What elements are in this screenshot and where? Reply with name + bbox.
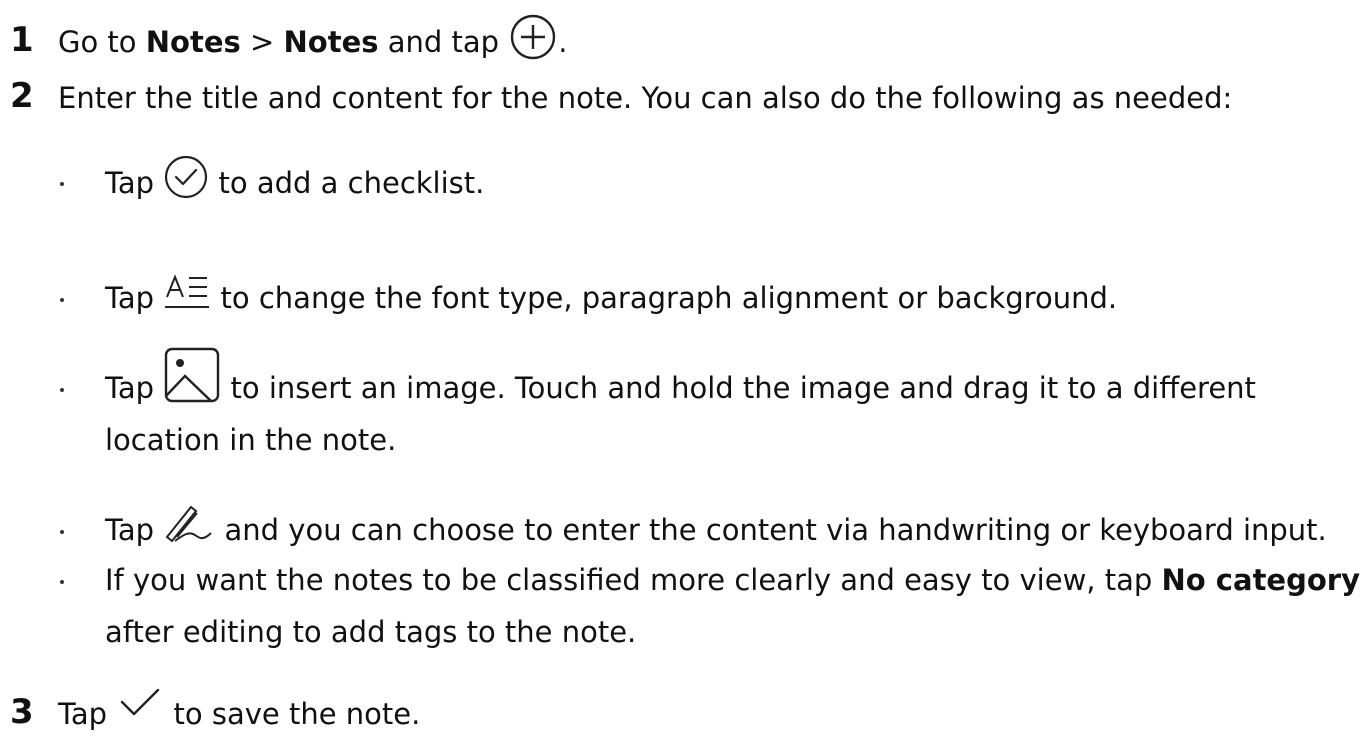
- bullet-dot: [60, 182, 64, 186]
- checklist-circle-icon: [163, 154, 209, 200]
- step-1-suffix: and tap: [378, 25, 509, 59]
- bullet-dot: [60, 298, 64, 302]
- bullet-format: Tap to change the font type, paragraph a…: [105, 274, 1118, 316]
- bullet-3-prefix: Tap: [105, 371, 164, 405]
- step-1-prefix: Go to: [58, 25, 146, 59]
- step-number-3: 3: [10, 692, 34, 732]
- step-1-text: Go to Notes > Notes and tap .: [58, 14, 568, 62]
- bullet-4-suffix: and you can choose to enter the content …: [215, 513, 1327, 547]
- step-3-text: Tap to save the note.: [58, 688, 421, 732]
- step-3-prefix: Tap: [58, 697, 117, 731]
- bullet-4-prefix: Tap: [105, 513, 164, 547]
- bullet-image: Tap to insert an image. Touch and hold t…: [105, 347, 1256, 406]
- handwriting-icon: [163, 501, 215, 545]
- checkmark-icon: [116, 684, 164, 724]
- bullet-checklist: Tap to add a checklist.: [105, 155, 485, 201]
- notes-tab-label: Notes: [283, 25, 379, 59]
- image-icon: [163, 346, 221, 404]
- bullet-3-suffix: to insert an image. Touch and hold the i…: [221, 371, 1256, 405]
- step-1-end: .: [558, 25, 568, 59]
- no-category-label: No category: [1161, 563, 1360, 597]
- notes-app-label: Notes: [145, 25, 241, 59]
- bullet-category: If you want the notes to be classified m…: [105, 562, 1360, 598]
- bullet-1-suffix: to add a checklist.: [209, 166, 485, 200]
- bullet-dot: [60, 388, 64, 392]
- text-format-icon: [163, 273, 211, 313]
- step-number-1: 1: [10, 20, 34, 60]
- step-3-suffix: to save the note.: [164, 697, 421, 731]
- bullet-2-suffix: to change the font type, paragraph align…: [211, 281, 1118, 315]
- step-2-text: Enter the title and content for the note…: [58, 81, 1233, 115]
- step-number-2: 2: [10, 76, 34, 116]
- path-separator: >: [240, 25, 284, 59]
- bullet-5-prefix: If you want the notes to be classified m…: [105, 563, 1162, 597]
- bullet-category-continuation: after editing to add tags to the note.: [105, 615, 637, 649]
- bullet-2-prefix: Tap: [105, 281, 164, 315]
- bullet-handwriting: Tap and you can choose to enter the cont…: [105, 505, 1327, 548]
- bullet-dot: [60, 530, 64, 534]
- plus-circle-icon: [508, 12, 558, 62]
- bullet-dot: [60, 580, 64, 584]
- bullet-image-continuation: location in the note.: [105, 423, 397, 457]
- bullet-1-prefix: Tap: [105, 166, 164, 200]
